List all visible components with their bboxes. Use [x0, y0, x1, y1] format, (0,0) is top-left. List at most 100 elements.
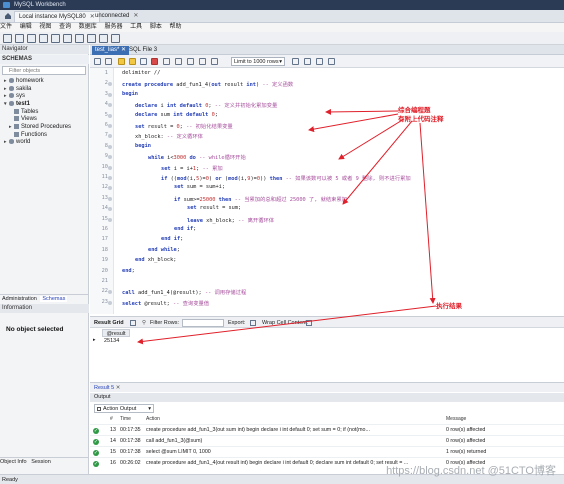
menu-query[interactable]: 查询	[59, 24, 71, 30]
tab-unconnected[interactable]: unconnected ✕	[91, 11, 142, 22]
output-row[interactable]: ✓ 13 00:17:35 create procedure add_fun1_…	[90, 424, 564, 435]
code-line[interactable]: begin	[122, 91, 138, 97]
code-line[interactable]: call add_fun1_4(@result); -- 调用存储过程	[122, 288, 246, 296]
line-number: 5	[104, 111, 108, 118]
code-token: result =	[147, 124, 177, 130]
open-file-icon[interactable]	[94, 58, 101, 65]
autocommit-icon[interactable]	[199, 58, 206, 65]
invisible-chars-icon[interactable]	[316, 58, 323, 65]
menu-scripting[interactable]: 脚本	[150, 24, 162, 30]
execute-icon[interactable]	[118, 58, 125, 65]
rollback-icon[interactable]	[187, 58, 194, 65]
code-line[interactable]: select @result; -- 查询变量值	[122, 299, 209, 307]
tab-session[interactable]: Session	[31, 459, 51, 465]
code-line[interactable]: leave xh_block; -- 离开循环体	[187, 216, 274, 224]
code-line[interactable]: if ((mod(i,5)=0) or (mod(i,9)=0)) then -…	[161, 174, 411, 182]
explain-icon[interactable]	[140, 58, 147, 65]
new-sql-tab-icon[interactable]	[3, 34, 12, 43]
schema-homework[interactable]: ▸ homework	[4, 78, 71, 86]
sql-editor[interactable]: 1 2 3 4 5 6 7 8 9 10 11 12 13 14 15 16 17 18 19 20 21 22 23 de…	[90, 68, 564, 314]
create-table-icon[interactable]	[51, 34, 60, 43]
navigator-bottom-tabs: Administration Schemas	[0, 294, 89, 303]
code-line[interactable]: set i = i+1; -- 累加	[161, 164, 223, 172]
toggle-error-icon[interactable]	[163, 58, 170, 65]
tab-test-lias[interactable]: test_lias* ✕	[92, 46, 130, 55]
code-line[interactable]: end;	[122, 268, 135, 274]
output-row[interactable]: ✓ 15 00:17:38 select @sum LIMIT 0, 1000 …	[90, 446, 564, 457]
limit-rows-select[interactable]: Limit to 1000 rows ▾	[231, 57, 285, 66]
menu-file[interactable]: 文件	[0, 24, 12, 30]
export-icon[interactable]	[250, 320, 256, 326]
menu-help[interactable]: 帮助	[170, 24, 182, 30]
statement-marker-icon	[108, 196, 112, 201]
schema-sakila[interactable]: ▸ sakila	[4, 85, 71, 94]
code-line[interactable]: set result = 0; -- 初始化结果变量	[135, 122, 233, 130]
search-table-data-icon[interactable]	[99, 34, 108, 43]
wrap-cell-icon[interactable]	[306, 320, 312, 326]
tab-result-5[interactable]: Result 5 ✕	[90, 382, 564, 392]
code-line[interactable]: end if;	[161, 236, 183, 242]
code-line[interactable]: create procedure add_fun1_4(out result i…	[122, 80, 293, 88]
wrap-lines-icon[interactable]	[328, 58, 335, 65]
close-icon[interactable]: ✕	[133, 13, 138, 19]
tree-item-stored-procedures[interactable]: ▸ Stored Procedures	[4, 124, 71, 132]
code-line[interactable]: while i<3000 do -- while循环开始	[148, 153, 246, 161]
code-line[interactable]: delimiter //	[122, 70, 160, 76]
code-line[interactable]: declare sum int default 0;	[135, 112, 218, 118]
commit-icon[interactable]	[175, 58, 182, 65]
open-sql-script-icon[interactable]	[15, 34, 24, 43]
stop-on-error-icon[interactable]	[211, 58, 218, 65]
code-line[interactable]: end xh_block;	[135, 257, 176, 263]
execute-current-icon[interactable]	[129, 58, 136, 65]
folder-icon	[14, 116, 19, 122]
close-icon[interactable]: ✕	[116, 385, 121, 391]
filter-rows-input[interactable]	[182, 319, 224, 327]
code-line[interactable]: end if;	[174, 226, 196, 232]
grid-icon[interactable]	[130, 320, 136, 326]
schema-world[interactable]: ▸ world	[4, 139, 71, 147]
filter-objects-input[interactable]: Filter objects	[2, 66, 86, 75]
create-procedure-icon[interactable]	[75, 34, 84, 43]
code-line[interactable]: set result = sum;	[187, 205, 241, 211]
tab-administration[interactable]: Administration	[0, 296, 39, 302]
save-icon[interactable]	[105, 58, 112, 65]
statement-marker-icon	[108, 113, 112, 118]
column-header-result[interactable]: @result	[102, 329, 130, 337]
output-type-select[interactable]: Action Output ▾	[94, 404, 154, 413]
code-line[interactable]: declare i int default 0; -- 定义并初始化累加变量	[135, 101, 277, 109]
find-icon[interactable]	[304, 58, 311, 65]
schema-sys[interactable]: ▸ sys	[4, 93, 71, 101]
output-row[interactable]: ✓ 14 00:17:38 call add_fun1_3(@sum) 0 ro…	[90, 435, 564, 446]
menu-view[interactable]: 视图	[39, 24, 51, 30]
tab-local-instance[interactable]: Local instance MySQL80 ✕	[14, 11, 100, 22]
code-line[interactable]: set sum = sum+i;	[174, 184, 225, 190]
tree-item-functions[interactable]: Functions	[4, 131, 71, 140]
open-inspector-icon[interactable]	[27, 34, 36, 43]
home-icon[interactable]	[4, 12, 12, 20]
code-line[interactable]: end while;	[148, 247, 180, 253]
code-token: int default	[166, 103, 206, 110]
tree-item-views[interactable]: Views	[4, 116, 71, 124]
tree-item-tables[interactable]: Tables	[4, 108, 71, 117]
code-line[interactable]: if sum>=25000 then -- 当累加的总和超过 25000 了, …	[174, 195, 347, 203]
success-check-icon: ✓	[93, 428, 99, 434]
menu-server[interactable]: 服务器	[104, 24, 122, 30]
schema-test1[interactable]: ▾ test1	[4, 101, 71, 109]
code-line[interactable]: xh_block: -- 定义循环体	[135, 132, 203, 140]
result-cell[interactable]: 25134	[102, 337, 130, 345]
create-view-icon[interactable]	[63, 34, 72, 43]
tab-object-info[interactable]: Object Info	[0, 459, 27, 465]
menu-edit[interactable]: 编辑	[20, 24, 32, 30]
reconnect-icon[interactable]	[111, 34, 120, 43]
menu-tools[interactable]: 工具	[130, 24, 142, 30]
stop-icon[interactable]	[151, 58, 158, 65]
beautify-icon[interactable]	[292, 58, 299, 65]
create-function-icon[interactable]	[87, 34, 96, 43]
code-token: set	[187, 205, 200, 212]
create-schema-icon[interactable]	[39, 34, 48, 43]
tab-schemas[interactable]: Schemas	[40, 296, 68, 302]
code-line[interactable]: begin	[135, 143, 151, 149]
tab-sql-file-3[interactable]: SQL File 3	[126, 46, 160, 55]
folder-icon	[14, 124, 19, 130]
menu-database[interactable]: 数据库	[79, 24, 97, 30]
